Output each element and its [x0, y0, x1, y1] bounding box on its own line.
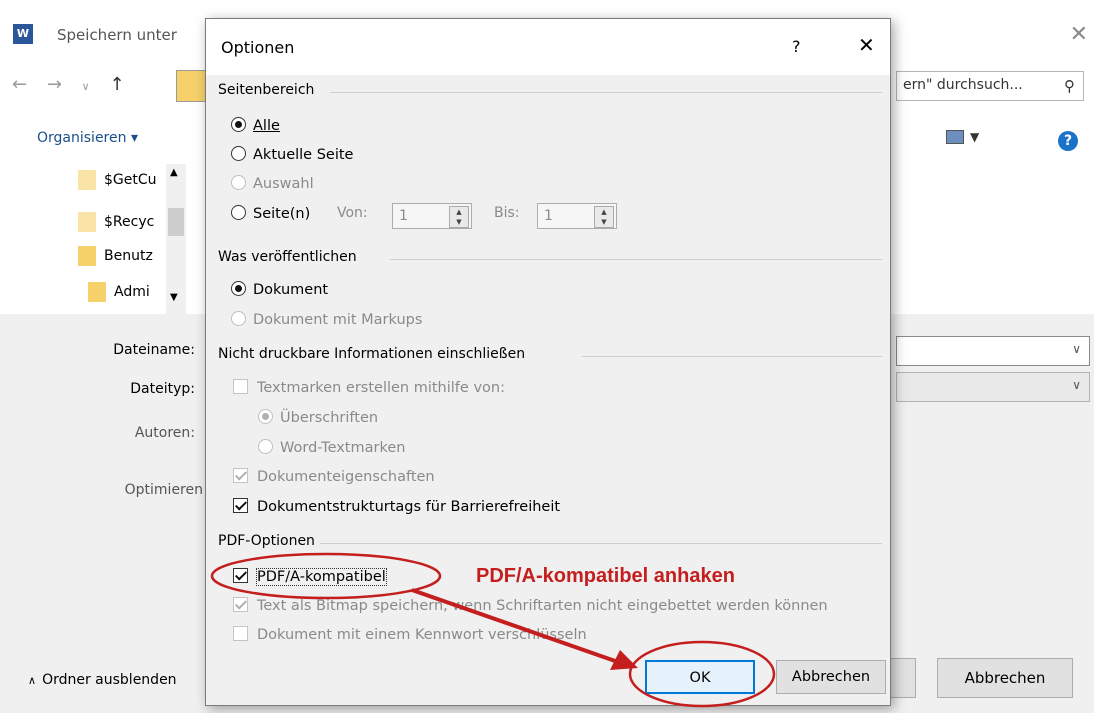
- checkbox-encrypt: Dokument mit einem Kennwort verschlüssel…: [233, 625, 587, 645]
- folder-icon: [78, 170, 96, 190]
- radio-selected-icon: [231, 281, 246, 296]
- background-cancel-button[interactable]: Abbrechen: [937, 658, 1073, 698]
- navigation-buttons: ← → ∨ ↑: [12, 74, 139, 95]
- cancel-button[interactable]: Abbrechen: [776, 660, 886, 694]
- chevron-down-icon[interactable]: ∨: [1072, 378, 1081, 392]
- options-dialog: Optionen ? ✕ Seitenbereich Alle Aktuelle…: [205, 18, 891, 706]
- radio-all[interactable]: Alle: [231, 116, 280, 136]
- pdf-options-group-title: PDF-Optionen: [218, 533, 315, 549]
- from-value: 1: [399, 208, 408, 224]
- radio-selected-icon: [231, 117, 246, 132]
- search-input-text: ern" durchsuch...: [903, 77, 1023, 93]
- chevron-up-icon: ∧: [28, 674, 37, 687]
- checkbox-doc-properties: Dokumenteigenschaften: [233, 467, 435, 487]
- checkbox-checked-icon: [233, 568, 248, 583]
- folder-icon: [88, 282, 106, 302]
- save-as-title: Speichern unter: [57, 26, 177, 44]
- filename-field[interactable]: ∨: [896, 336, 1090, 366]
- spinner-buttons[interactable]: ▲ ▼: [449, 206, 469, 228]
- ok-button[interactable]: OK: [645, 660, 755, 694]
- close-icon[interactable]: ✕: [1070, 22, 1088, 47]
- publish-group-title: Was veröffentlichen: [218, 249, 357, 265]
- checkbox-checked-icon: [233, 498, 248, 513]
- from-label: Von:: [337, 205, 368, 221]
- to-spinner[interactable]: 1 ▲ ▼: [537, 203, 617, 229]
- radio-selection: Auswahl: [231, 174, 314, 194]
- checkbox-bookmarks: Textmarken erstellen mithilfe von:: [233, 378, 505, 398]
- radio-icon: [258, 439, 273, 454]
- dialog-title: Optionen: [221, 38, 295, 57]
- address-bar-folder-icon[interactable]: [176, 70, 206, 102]
- spin-down-icon[interactable]: ▼: [450, 217, 468, 227]
- help-icon[interactable]: ?: [1058, 131, 1078, 151]
- filetype-label: Dateityp:: [130, 381, 195, 397]
- nonprint-group-title: Nicht druckbare Informationen einschließ…: [218, 346, 526, 362]
- search-icon[interactable]: ⚲: [1064, 77, 1075, 95]
- checkbox-bitmap-text: Text als Bitmap speichern, wenn Schrifta…: [233, 596, 828, 616]
- group-divider: [320, 543, 882, 544]
- optimize-label: Optimieren: [124, 482, 203, 498]
- radio-document[interactable]: Dokument: [231, 280, 328, 300]
- spinner-buttons[interactable]: ▲ ▼: [594, 206, 614, 228]
- tree-item[interactable]: $Recyc: [78, 208, 166, 236]
- folder-icon: [78, 212, 96, 232]
- radio-current-page[interactable]: Aktuelle Seite: [231, 145, 353, 165]
- view-icon[interactable]: [946, 130, 964, 144]
- tree-item[interactable]: Admi: [88, 278, 166, 306]
- up-arrow-icon[interactable]: ↑: [109, 74, 124, 95]
- checkbox-icon: [233, 379, 248, 394]
- radio-word-bookmarks: Word-Textmarken: [258, 438, 405, 458]
- checkbox-pdfa[interactable]: PDF/A-kompatibel: [233, 567, 387, 587]
- radio-icon: [231, 311, 246, 326]
- forward-arrow-icon[interactable]: →: [47, 74, 62, 95]
- radio-document-markups: Dokument mit Markups: [231, 310, 422, 330]
- group-divider: [582, 356, 882, 357]
- help-icon[interactable]: ?: [792, 37, 801, 56]
- tree-item[interactable]: $GetCu: [78, 166, 166, 194]
- spin-down-icon[interactable]: ▼: [595, 217, 613, 227]
- spin-up-icon[interactable]: ▲: [450, 207, 468, 217]
- radio-selected-icon: [258, 409, 273, 424]
- radio-icon: [231, 205, 246, 220]
- checkbox-structure-tags[interactable]: Dokumentstrukturtags für Barrierefreihei…: [233, 497, 560, 517]
- view-dropdown-icon[interactable]: ▼: [970, 130, 979, 144]
- tree-item[interactable]: Benutz: [78, 242, 166, 270]
- to-value: 1: [544, 208, 553, 224]
- scroll-up-icon[interactable]: ▲: [170, 167, 178, 178]
- chevron-down-icon[interactable]: ∨: [1072, 342, 1081, 356]
- back-arrow-icon[interactable]: ←: [12, 74, 27, 95]
- from-spinner[interactable]: 1 ▲ ▼: [392, 203, 472, 229]
- folder-icon: [78, 246, 96, 266]
- filename-label: Dateiname:: [113, 342, 195, 358]
- checkbox-checked-icon: [233, 468, 248, 483]
- page-range-group-title: Seitenbereich: [218, 82, 315, 98]
- recent-chevron-icon[interactable]: ∨: [82, 80, 90, 93]
- annotation-text: PDF/A-kompatibel anhaken: [476, 565, 735, 587]
- word-app-icon: W: [13, 24, 33, 44]
- search-input[interactable]: ern" durchsuch... ⚲: [896, 71, 1084, 101]
- group-divider: [330, 92, 882, 93]
- to-label: Bis:: [494, 205, 520, 221]
- hide-folders-button[interactable]: ∧ Ordner ausblenden: [28, 672, 177, 688]
- filetype-select[interactable]: ∨: [896, 372, 1090, 402]
- scrollbar-thumb[interactable]: [168, 208, 184, 236]
- radio-pages[interactable]: Seite(n): [231, 204, 310, 224]
- spin-up-icon[interactable]: ▲: [595, 207, 613, 217]
- close-icon[interactable]: ✕: [858, 33, 875, 57]
- scroll-down-icon[interactable]: ▼: [170, 292, 178, 303]
- checkbox-icon: [233, 626, 248, 641]
- save-button[interactable]: [888, 658, 916, 698]
- authors-label: Autoren:: [134, 425, 195, 441]
- dialog-title-bar: [206, 19, 890, 75]
- radio-headings: Überschriften: [258, 408, 378, 428]
- checkbox-checked-icon: [233, 597, 248, 612]
- group-divider: [390, 259, 882, 260]
- radio-icon: [231, 146, 246, 161]
- folder-tree: $GetCu $Recyc Benutz Admi: [0, 160, 190, 315]
- radio-icon: [231, 175, 246, 190]
- organize-menu-button[interactable]: Organisieren ▾: [37, 130, 138, 146]
